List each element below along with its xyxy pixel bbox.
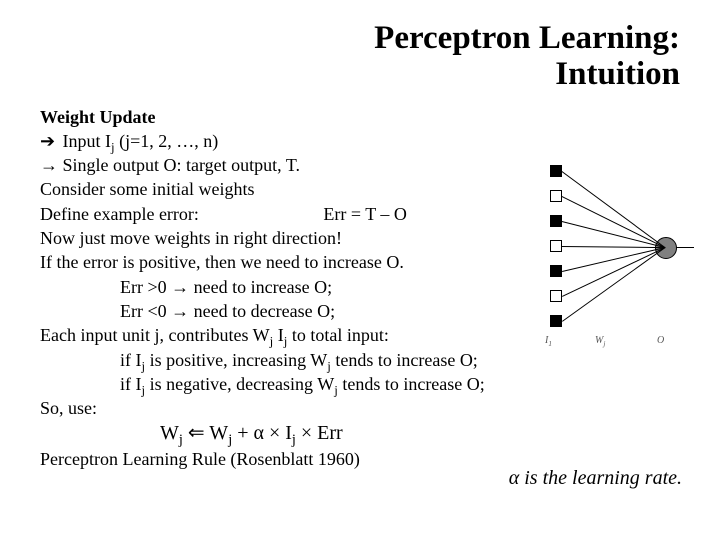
edge-icon <box>676 247 694 248</box>
edge-icon <box>561 171 665 248</box>
input-node-icon <box>550 315 562 327</box>
title-line-1: Perceptron Learning: <box>374 20 680 56</box>
title-line-2: Intuition <box>555 56 680 92</box>
perceptron-diagram: I1 Wj O <box>545 165 695 355</box>
input-node-icon <box>550 290 562 302</box>
edge-icon <box>562 246 665 248</box>
section-heading: Weight Update <box>40 105 690 129</box>
arrow-icon: → <box>171 277 189 297</box>
update-formula: Wj ⇐ Wj + α × Ij × Err <box>40 420 690 447</box>
input-node-icon <box>550 190 562 202</box>
diagram-label-O: O <box>657 335 664 346</box>
line-ij-negative: if Ij is negative, decreasing Wj tends t… <box>40 372 690 396</box>
diagram-label-W: Wj <box>595 335 605 346</box>
arrow-icon: → <box>171 301 189 321</box>
input-node-icon <box>550 240 562 252</box>
arrow-icon: → <box>40 153 58 177</box>
slide: Perceptron Learning: Intuition Weight Up… <box>0 0 720 540</box>
line-input: ➔ Input Ij (j=1, 2, …, n) <box>40 129 690 153</box>
edge-icon <box>562 196 665 248</box>
input-node-icon <box>550 215 562 227</box>
learning-rate-note: α is the learning rate. <box>509 467 682 490</box>
diagram-label-I: I1 <box>545 335 552 346</box>
edge-icon <box>562 247 665 272</box>
arrow-icon: ➔ <box>40 129 58 153</box>
line-so-use: So, use: <box>40 396 690 420</box>
input-node-icon <box>550 165 562 177</box>
error-formula: Err = T – O <box>323 202 406 226</box>
edge-icon <box>562 247 665 297</box>
input-node-icon <box>550 265 562 277</box>
slide-title: Perceptron Learning: Intuition <box>40 20 690 93</box>
